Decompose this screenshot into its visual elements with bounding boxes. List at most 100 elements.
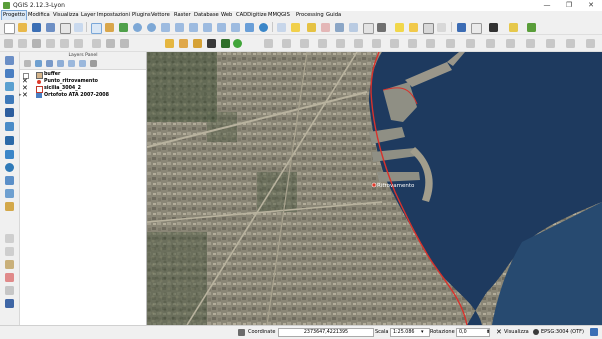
move-feature-icon[interactable] — [60, 39, 69, 48]
deselect-icon[interactable] — [321, 23, 330, 32]
rectangle-tool-icon[interactable] — [318, 39, 327, 48]
zoom-last-icon[interactable] — [217, 23, 226, 32]
plugin-map-icon[interactable] — [527, 23, 536, 32]
add-wfs-layer-icon[interactable] — [5, 176, 14, 185]
remove-layer-icon[interactable] — [5, 273, 14, 282]
angle-tool-icon[interactable] — [546, 39, 555, 48]
menu-processing[interactable]: Processing — [295, 11, 325, 20]
render-checkbox[interactable]: ✕ — [496, 327, 502, 337]
zoom-to-layer-icon[interactable] — [189, 23, 198, 32]
offset-tool-icon[interactable] — [408, 39, 417, 48]
attribute-table-icon[interactable] — [335, 23, 344, 32]
minimize-button[interactable]: — — [536, 0, 558, 11]
print-composer-icon[interactable] — [60, 23, 71, 34]
pan-to-selection-icon[interactable] — [105, 23, 114, 32]
field-calculator-icon[interactable] — [349, 23, 358, 32]
zoom-out-icon[interactable] — [147, 23, 156, 32]
menu-vettore[interactable]: Vettore — [150, 11, 171, 20]
show-labels-icon[interactable] — [193, 39, 202, 48]
plugin-tool-icon[interactable] — [489, 23, 498, 32]
measure-line-icon[interactable] — [377, 23, 386, 32]
chevron-down-icon[interactable]: ▾ — [421, 328, 424, 337]
arc-tool-icon[interactable] — [300, 39, 309, 48]
delete-selected-icon[interactable] — [92, 39, 101, 48]
trim-tool-icon[interactable] — [466, 39, 475, 48]
new-map-view-icon[interactable] — [245, 23, 254, 32]
text-annotation-icon[interactable] — [437, 23, 446, 32]
scale-combobox[interactable]: 1:25.086 — [390, 328, 430, 337]
menu-raster[interactable]: Raster — [173, 11, 192, 20]
save-project-icon[interactable] — [32, 23, 41, 32]
split-tool-icon[interactable] — [372, 39, 381, 48]
python-console-icon[interactable] — [457, 23, 466, 32]
add-spatialite-layer-icon[interactable] — [5, 95, 14, 104]
menu-guida[interactable]: Guida — [325, 11, 342, 20]
rotate-label-icon[interactable] — [221, 39, 230, 48]
add-wms-layer-icon[interactable] — [5, 150, 14, 159]
new-shapefile-icon[interactable] — [5, 202, 14, 211]
statistics-icon[interactable] — [363, 23, 374, 34]
save-edits-icon[interactable] — [32, 39, 41, 48]
pin-labels-icon[interactable] — [179, 39, 188, 48]
menu-database[interactable]: Database — [193, 11, 220, 20]
touch-zoom-icon[interactable] — [119, 23, 128, 32]
simplify-tool-icon[interactable] — [586, 39, 595, 48]
add-vector-layer-icon[interactable] — [5, 56, 14, 65]
zoom-to-selection-icon[interactable] — [175, 23, 184, 32]
trash-icon[interactable] — [106, 39, 115, 48]
composer-manager-icon[interactable] — [74, 23, 83, 32]
new-spatialite-icon[interactable] — [5, 234, 14, 243]
pan-map-icon[interactable] — [91, 23, 102, 34]
expand-all-icon[interactable] — [68, 60, 75, 67]
menu-impostazioni[interactable]: Impostazioni — [96, 11, 131, 20]
pencil-icon[interactable] — [4, 39, 13, 48]
add-db2-layer-icon[interactable] — [5, 136, 14, 145]
add-postgis-layer-icon[interactable] — [5, 82, 14, 91]
select-features-icon[interactable] — [291, 23, 300, 32]
add-feature-icon[interactable] — [46, 39, 55, 48]
filter-expression-icon[interactable] — [57, 60, 64, 67]
merge-tool-icon[interactable] — [390, 39, 399, 48]
menu-progetto[interactable]: Progetto — [1, 10, 27, 21]
zoom-full-icon[interactable] — [161, 23, 170, 32]
crs-status[interactable]: EPSG:3004 (OTF) — [541, 328, 584, 337]
save-as-icon[interactable] — [46, 23, 55, 32]
menu-web[interactable]: Web — [220, 11, 233, 20]
remove-layer-group-icon[interactable] — [90, 60, 97, 67]
bookmark-icon[interactable] — [409, 23, 418, 32]
zoom-in-icon[interactable] — [133, 23, 142, 32]
annotation-icon[interactable] — [423, 23, 434, 34]
zoom-native-icon[interactable] — [203, 23, 212, 32]
menu-plugins[interactable]: Plugins — [131, 11, 152, 20]
menu-modifica[interactable]: Modifica — [27, 11, 51, 20]
label-tool-icon[interactable] — [165, 39, 174, 48]
identify-features-icon[interactable] — [277, 23, 286, 32]
close-button[interactable]: ✕ — [580, 0, 602, 11]
select-by-value-icon[interactable] — [307, 23, 316, 32]
coordinate-field[interactable]: 2373647,4221395 — [278, 328, 374, 337]
add-group-icon[interactable] — [35, 60, 42, 67]
collapse-all-icon[interactable] — [79, 60, 86, 67]
map-tips-icon[interactable] — [395, 23, 404, 32]
scale-tool-icon[interactable] — [506, 39, 515, 48]
circle-tool-icon[interactable] — [282, 39, 291, 48]
menu-mmqgis[interactable]: MMQGIS — [267, 11, 291, 20]
rotation-spinbox[interactable]: 0,0 — [456, 328, 490, 337]
menu-visualizza[interactable]: Visualizza — [52, 11, 80, 20]
new-temp-layer-icon[interactable] — [5, 260, 14, 269]
zoom-next-icon[interactable] — [231, 23, 240, 32]
layer-styling-icon[interactable] — [24, 60, 31, 67]
add-raster-layer-icon[interactable] — [5, 69, 14, 78]
spin-arrows-icon[interactable]: ⬍ — [486, 328, 490, 337]
help-icon[interactable] — [471, 23, 482, 34]
change-label-icon[interactable] — [233, 39, 242, 48]
filter-legend-icon[interactable] — [46, 60, 53, 67]
add-delimited-text-icon[interactable] — [5, 189, 14, 198]
messages-icon[interactable] — [590, 328, 598, 336]
rotate-tool-icon[interactable] — [486, 39, 495, 48]
edit-toggle-icon[interactable] — [18, 39, 27, 48]
open-project-icon[interactable] — [18, 23, 27, 32]
extend-tool-icon[interactable] — [446, 39, 455, 48]
digitize-tool-icon[interactable] — [264, 39, 273, 48]
virtual-layer-icon[interactable] — [5, 286, 14, 295]
